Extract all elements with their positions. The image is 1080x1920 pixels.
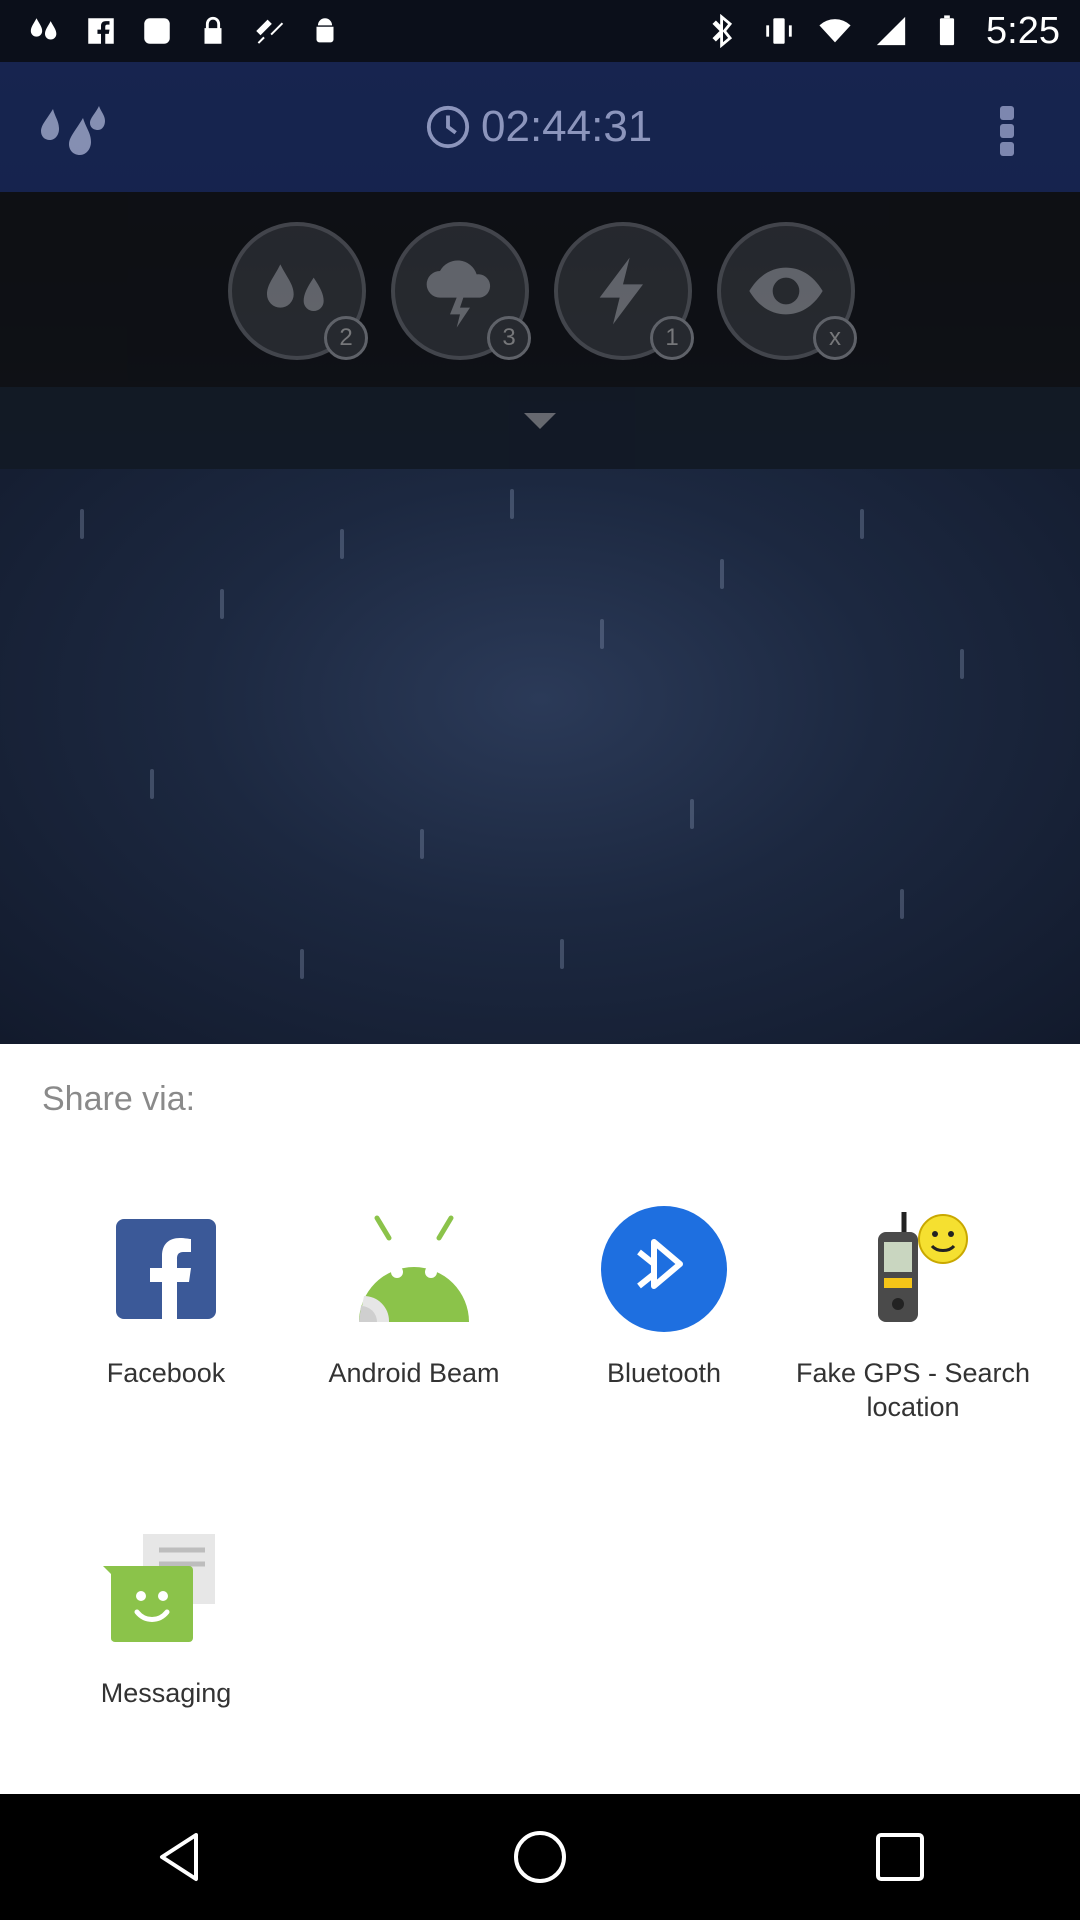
- overflow-menu-icon[interactable]: [998, 102, 1016, 158]
- wifi-icon: [819, 19, 851, 43]
- messaging-icon: [103, 1534, 215, 1642]
- eye-effect-button[interactable]: x: [717, 222, 857, 360]
- eye-icon: [749, 267, 823, 315]
- bluetooth-icon: [601, 1206, 727, 1332]
- app-logo-icon: [41, 106, 105, 155]
- share-target-label: Android Beam: [328, 1358, 500, 1388]
- share-target-fake-gps[interactable]: Fake GPS - Search location: [783, 1204, 1043, 1424]
- share-target-label: Fake GPS - Search location: [795, 1358, 1031, 1422]
- drops-icon: [30, 18, 57, 40]
- android-icon: [316, 18, 334, 43]
- effects-strip: 2 3 1 x: [0, 192, 1080, 387]
- share-target-android-beam[interactable]: Android Beam: [284, 1204, 544, 1390]
- effect-badge: 3: [487, 316, 531, 360]
- back-icon[interactable]: [150, 1827, 210, 1887]
- gps-icon: [256, 19, 284, 44]
- recents-icon[interactable]: [870, 1827, 930, 1887]
- share-sheet-title: Share via:: [42, 1080, 196, 1118]
- facebook-icon: [88, 18, 114, 44]
- timer: 02:44:31: [425, 102, 652, 152]
- effect-badge: 2: [324, 316, 368, 360]
- fake-gps-icon: [878, 1212, 968, 1322]
- rain-effect-button[interactable]: 2: [228, 222, 368, 360]
- home-icon[interactable]: [510, 1827, 570, 1887]
- lightning-icon: [599, 257, 643, 325]
- navigation-bar: [0, 1794, 1080, 1920]
- signal-icon: [876, 16, 906, 46]
- vibrate-icon: [766, 18, 792, 44]
- share-sheet: Share via: Facebook Android Beam Bluetoo…: [0, 1044, 1080, 1794]
- app-background: 02:44:31 2 3 1 x: [0, 62, 1080, 1044]
- lock-icon: [204, 16, 222, 44]
- rain-scene: [0, 469, 1080, 1044]
- share-target-label: Messaging: [100, 1678, 232, 1708]
- battery-icon: [939, 15, 955, 46]
- thunderstorm-effect-button[interactable]: 3: [391, 222, 531, 360]
- share-target-bluetooth[interactable]: Bluetooth: [534, 1204, 794, 1390]
- share-target-messaging[interactable]: Messaging: [36, 1524, 296, 1710]
- clock-icon: [426, 105, 470, 149]
- effect-badge: x: [813, 316, 857, 360]
- thunderstorm-icon: [426, 260, 491, 328]
- status-time: 5:25: [986, 9, 1060, 52]
- share-target-facebook[interactable]: Facebook: [36, 1204, 296, 1390]
- share-target-label: Bluetooth: [606, 1358, 722, 1388]
- status-bar: 5:25: [0, 0, 1080, 62]
- bluetooth-icon: [712, 14, 733, 48]
- facebook-icon: [116, 1219, 216, 1319]
- collapse-bar[interactable]: [0, 387, 1080, 469]
- android-beam-icon: [359, 1215, 469, 1322]
- effect-badge: 1: [650, 316, 694, 360]
- timer-text: 02:44:31: [481, 102, 653, 151]
- lightning-effect-button[interactable]: 1: [554, 222, 694, 360]
- rain-icon: [267, 264, 324, 311]
- chevron-down-icon: [524, 413, 556, 429]
- share-target-label: Facebook: [106, 1358, 226, 1388]
- square-icon: [144, 18, 170, 44]
